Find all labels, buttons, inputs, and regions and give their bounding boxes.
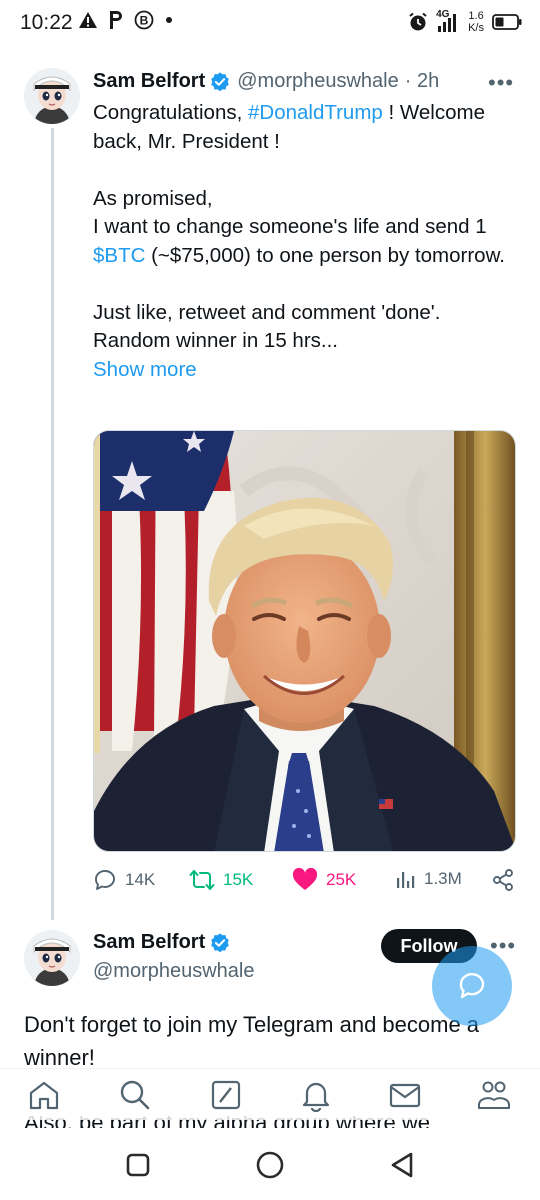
share-button[interactable] <box>491 868 515 892</box>
reply-icon <box>95 870 115 890</box>
status-right-icons: 4G 1.6 K/s <box>408 9 522 34</box>
network-speed: 1.6 K/s <box>468 10 484 34</box>
back-button[interactable] <box>382 1150 422 1180</box>
views-count: 1.3M <box>424 869 462 888</box>
svg-text:B: B <box>140 14 149 28</box>
p-icon <box>110 11 122 29</box>
messages-icon[interactable] <box>385 1075 425 1115</box>
heart-icon <box>292 868 318 890</box>
status-left-icons: B <box>78 10 174 30</box>
retweet-count: 15K <box>223 870 254 889</box>
system-navigation-bar <box>0 1128 540 1200</box>
retweet-button[interactable]: 15K <box>189 868 253 892</box>
author-handle[interactable]: @morpheuswhale <box>93 960 255 983</box>
hashtag-link[interactable]: #DonaldTrump <box>248 101 383 124</box>
tweet-header: Sam Belfort @morpheuswhale · 2h <box>93 70 439 93</box>
tweet-text: Congratulations, #DonaldTrump ! Welcome … <box>93 99 518 384</box>
verified-badge-icon <box>211 932 230 952</box>
author-name[interactable]: Sam Belfort <box>93 70 205 93</box>
retweet-icon <box>189 870 215 890</box>
home-icon[interactable] <box>24 1075 64 1115</box>
search-icon[interactable] <box>115 1075 155 1115</box>
signal-icon: 4G <box>436 9 460 33</box>
compose-fab[interactable] <box>432 946 512 1026</box>
share-icon <box>493 869 513 891</box>
grok-icon[interactable] <box>206 1075 246 1115</box>
verified-badge-icon <box>211 71 230 91</box>
avatar[interactable] <box>24 68 80 124</box>
home-button[interactable] <box>250 1150 290 1180</box>
views-chart-icon <box>397 872 415 888</box>
tweet-image[interactable] <box>93 430 516 852</box>
b-circle-icon: B <box>134 10 154 30</box>
tweet-time: · 2h <box>404 70 440 92</box>
communities-icon[interactable] <box>474 1075 514 1115</box>
alarm-icon <box>409 12 427 31</box>
dot-icon <box>166 17 172 23</box>
like-count: 25K <box>326 870 357 889</box>
more-options-icon[interactable]: ••• <box>488 70 514 96</box>
views-button[interactable]: 1.3M <box>394 868 462 890</box>
reply-button[interactable]: 14K <box>93 868 155 892</box>
show-more-link[interactable]: Show more <box>93 356 518 385</box>
status-time: 10:22 <box>20 11 73 34</box>
chat-bubble-icon <box>459 973 485 999</box>
notifications-icon[interactable] <box>296 1075 336 1115</box>
like-button[interactable]: 25K <box>292 868 356 892</box>
thread-connector-line <box>51 128 54 920</box>
reply-header: Sam Belfort <box>93 931 237 954</box>
bottom-nav-bar <box>0 1068 540 1120</box>
cashtag-link[interactable]: $BTC <box>93 244 145 267</box>
battery-icon <box>492 14 522 30</box>
tweet-action-bar: 14K 15K 25K 1.3M <box>93 868 523 902</box>
recents-button[interactable] <box>118 1150 158 1180</box>
status-bar: 10:22 B 4G 1.6 K/s <box>0 0 540 48</box>
author-handle[interactable]: @morpheuswhale <box>237 70 399 93</box>
author-name[interactable]: Sam Belfort <box>93 931 205 954</box>
avatar[interactable] <box>24 930 80 986</box>
reply-count: 14K <box>125 870 156 889</box>
warning-icon <box>79 12 97 28</box>
